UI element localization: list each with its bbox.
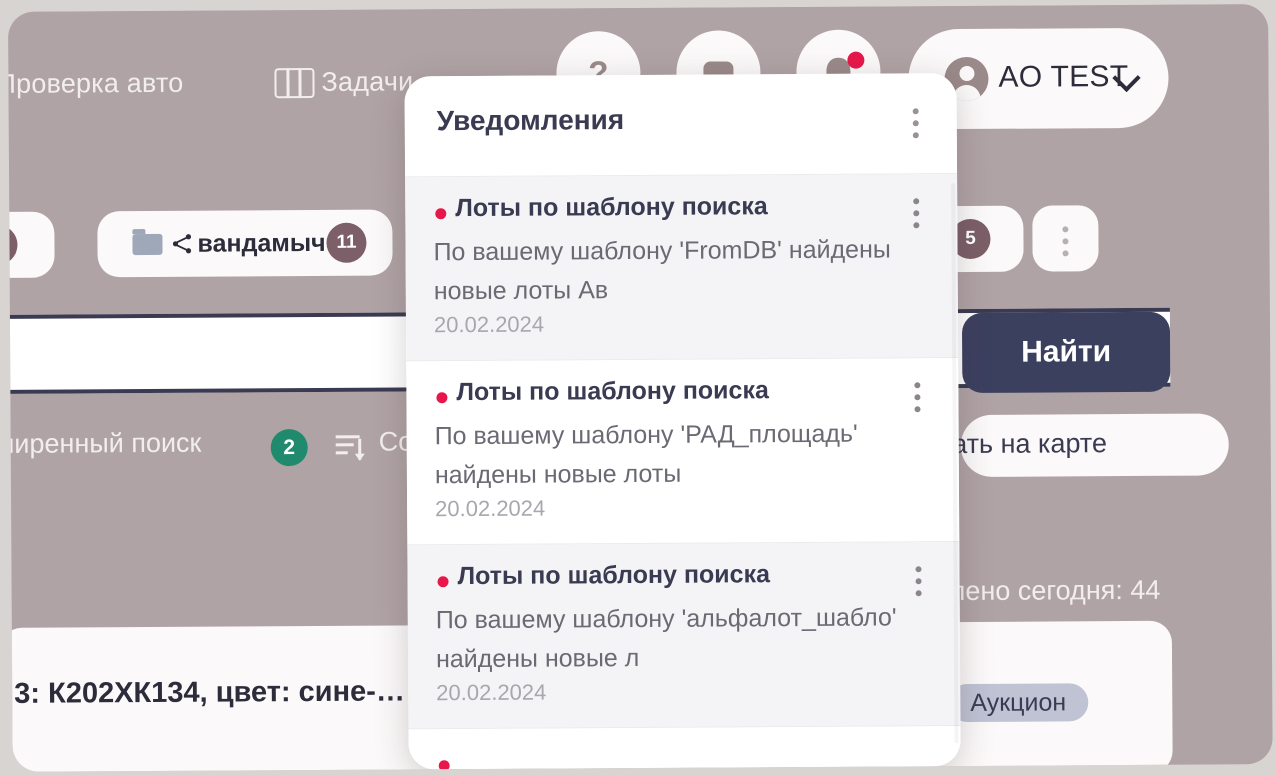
search-submit-button[interactable]: Найти: [961, 311, 1171, 394]
notification-date: 20.02.2024: [433, 311, 545, 338]
notification-item[interactable]: Лоты по шаблону поиска По вашему шаблону…: [405, 174, 959, 362]
show-on-map-button[interactable]: казать на карте: [913, 413, 1229, 478]
notification-item[interactable]: [408, 726, 961, 770]
notification-date: 20.02.2024: [435, 495, 546, 522]
notification-item[interactable]: Лоты по шаблону поиска По вашему шаблону…: [407, 542, 961, 730]
app-window: Проверка авто Задачи ? AO TEST 88: [8, 4, 1273, 772]
nav-item-zadachi[interactable]: Задачи: [321, 66, 413, 98]
notification-item[interactable]: Лоты по шаблону поиска По вашему шаблону…: [406, 358, 960, 546]
notifications-list[interactable]: Лоты по шаблону поиска По вашему шаблону…: [405, 174, 961, 770]
notifications-menu-button[interactable]: [912, 108, 919, 144]
nav-item-proverka-avto[interactable]: Проверка авто: [8, 68, 183, 100]
notification-badge-dot: [847, 51, 865, 69]
kanban-columns-icon: [274, 67, 315, 99]
notification-menu-button[interactable]: [914, 382, 921, 418]
result-tag-auction: Аукцион: [948, 683, 1089, 723]
result-title: 3: К202ХК134, цвет: сине-…: [14, 675, 405, 710]
advanced-search-link[interactable]: ширенный поиск: [8, 428, 201, 460]
chip-count-left[interactable]: 88: [8, 211, 55, 279]
folder-icon: [132, 233, 163, 256]
unread-dot-icon: [437, 576, 449, 588]
chips-more-button[interactable]: [1032, 205, 1099, 272]
unread-dot-icon: [436, 392, 448, 404]
notification-body: По вашему шаблону 'РАД_площадь' найдены …: [434, 419, 858, 490]
unread-dot-icon: [435, 208, 447, 220]
notifications-panel: Уведомления Лоты по шаблону поиска По ва…: [404, 73, 961, 770]
advanced-search-count-badge: 2: [270, 429, 308, 467]
notification-title: Лоты по шаблону поиска: [455, 192, 768, 223]
notification-body: По вашему шаблону 'альфалот_шабло' найде…: [435, 603, 897, 674]
notification-body: По вашему шаблону 'FromDB' найдены новые…: [433, 235, 891, 306]
notification-title: Лоты по шаблону поиска: [456, 376, 769, 407]
chip-folder-vandamych[interactable]: вандамыч 11: [97, 209, 393, 278]
notifications-panel-header: Уведомления: [404, 73, 958, 178]
user-name-label: AO TEST: [998, 60, 1129, 94]
notifications-title: Уведомления: [436, 104, 625, 137]
chip-count-left-badge: 88: [8, 224, 18, 266]
unread-dot-icon: [438, 760, 450, 770]
share-icon: [172, 234, 192, 254]
sort-descending-icon[interactable]: [333, 429, 369, 465]
added-today-counter: лено сегодня: 44: [949, 574, 1161, 607]
notification-menu-button[interactable]: [913, 198, 920, 234]
notification-date: 20.02.2024: [436, 679, 547, 706]
chip-folder-label: вандамыч: [197, 228, 326, 258]
more-vertical-icon: [1062, 226, 1069, 262]
chip-folder-count-badge: 11: [326, 222, 367, 263]
notification-menu-button[interactable]: [915, 566, 922, 602]
notification-title: Лоты по шаблону поиска: [457, 560, 771, 591]
